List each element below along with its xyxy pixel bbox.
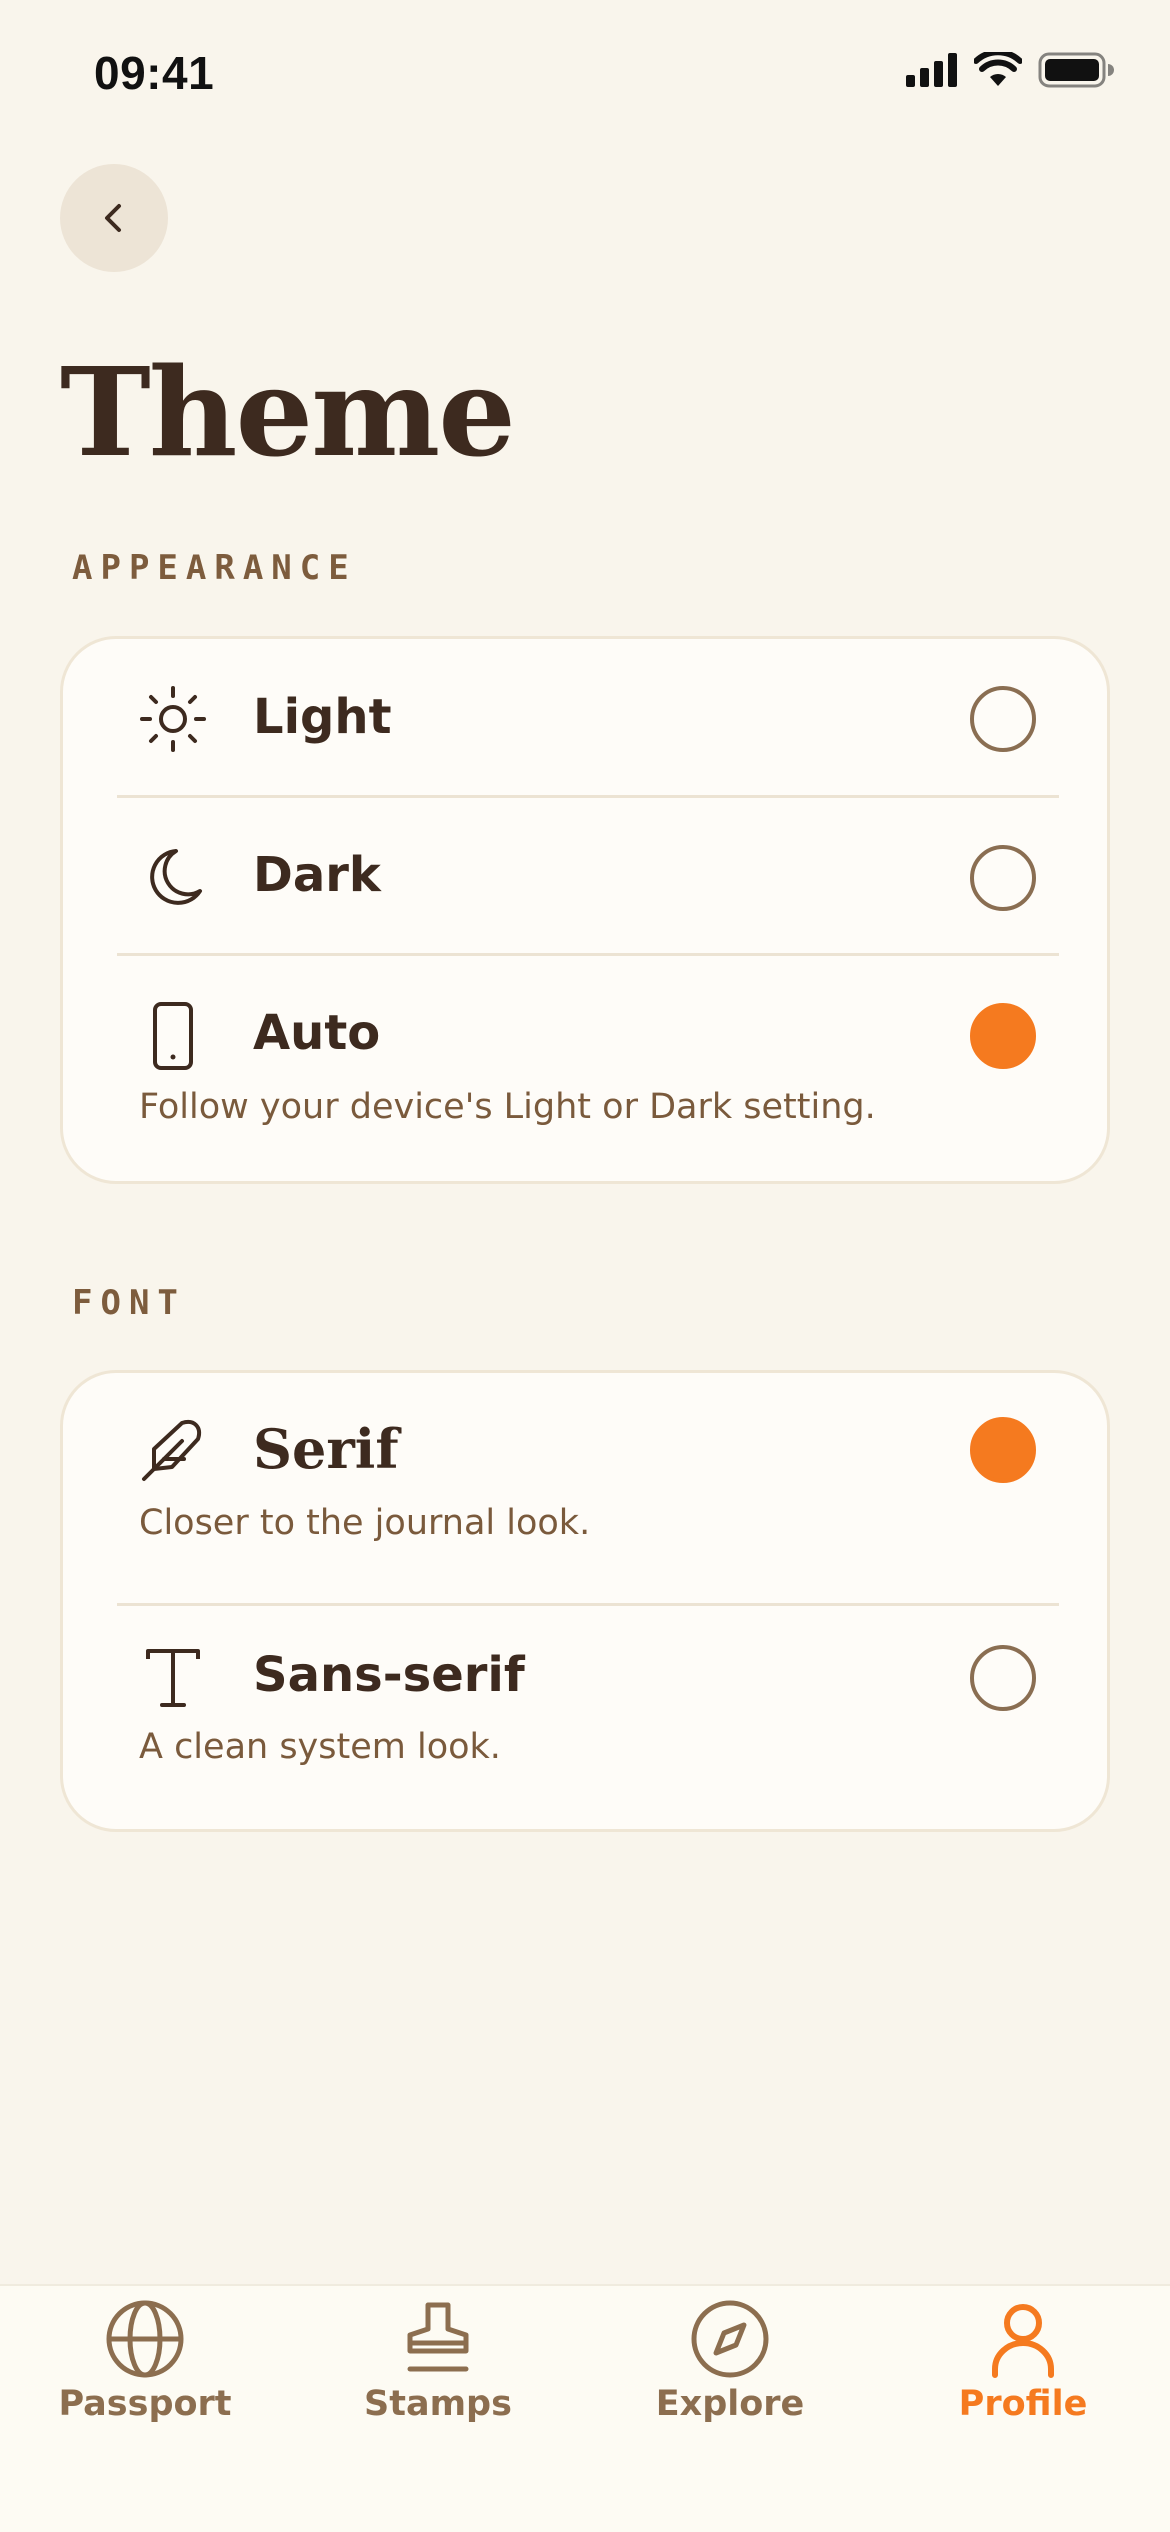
tab-explore-label: Explore xyxy=(655,2384,805,2424)
feather-icon xyxy=(138,1415,208,1485)
sans-serif-label: Sans-serif xyxy=(253,1647,525,1703)
page-title: Theme xyxy=(60,340,516,484)
appearance-option-dark[interactable]: Dark xyxy=(63,799,1107,957)
sun-icon xyxy=(138,684,208,754)
font-section-label: FONT xyxy=(72,1283,186,1323)
auto-label: Auto xyxy=(253,1005,381,1061)
wifi-icon xyxy=(974,52,1022,86)
auto-description: Follow your device's Light or Dark setti… xyxy=(139,1087,876,1127)
appearance-option-light[interactable]: Light xyxy=(63,639,1107,799)
compass-icon xyxy=(687,2296,773,2382)
tab-profile-label: Profile xyxy=(958,2384,1088,2424)
serif-label: Serif xyxy=(253,1417,399,1481)
serif-description: Closer to the journal look. xyxy=(139,1503,591,1543)
tab-stamps[interactable]: Stamps xyxy=(318,2296,558,2436)
font-option-sans-serif[interactable]: Sans-serif A clean system look. xyxy=(63,1607,1107,1829)
back-button[interactable] xyxy=(60,164,168,272)
font-option-serif[interactable]: Serif Closer to the journal look. xyxy=(63,1373,1107,1603)
divider xyxy=(117,953,1059,956)
phone-icon xyxy=(138,1001,208,1071)
dark-radio[interactable] xyxy=(970,845,1036,911)
status-icons xyxy=(906,52,1114,88)
auto-radio-selected[interactable] xyxy=(970,1003,1036,1069)
divider xyxy=(117,795,1059,798)
stamp-icon xyxy=(395,2296,481,2382)
moon-icon xyxy=(138,843,208,913)
status-time: 09:41 xyxy=(94,47,215,99)
tab-passport-label: Passport xyxy=(58,2384,232,2424)
globe-icon xyxy=(102,2296,188,2382)
tab-passport[interactable]: Passport xyxy=(25,2296,265,2436)
tab-stamps-label: Stamps xyxy=(364,2384,512,2424)
tab-explore[interactable]: Explore xyxy=(610,2296,850,2436)
tab-profile[interactable]: Profile xyxy=(903,2296,1143,2436)
font-card: Serif Closer to the journal look. Sans-s… xyxy=(60,1370,1110,1832)
divider xyxy=(117,1603,1059,1606)
chevron-left-icon xyxy=(105,204,121,232)
cellular-signal-icon xyxy=(906,53,957,87)
appearance-section-label: APPEARANCE xyxy=(72,548,357,588)
person-icon xyxy=(980,2296,1066,2382)
serif-radio-selected[interactable] xyxy=(970,1417,1036,1483)
sans-serif-description: A clean system look. xyxy=(139,1727,501,1767)
battery-icon xyxy=(1038,52,1114,88)
appearance-card: Light Dark Auto Follow your device's Lig… xyxy=(60,636,1110,1184)
light-radio[interactable] xyxy=(970,686,1036,752)
dark-label: Dark xyxy=(253,847,381,903)
sans-serif-radio[interactable] xyxy=(970,1645,1036,1711)
light-label: Light xyxy=(253,689,392,745)
status-bar: 09:41 xyxy=(0,0,1170,150)
text-t-icon xyxy=(138,1643,208,1713)
appearance-option-auto[interactable]: Auto Follow your device's Light or Dark … xyxy=(63,957,1107,1181)
